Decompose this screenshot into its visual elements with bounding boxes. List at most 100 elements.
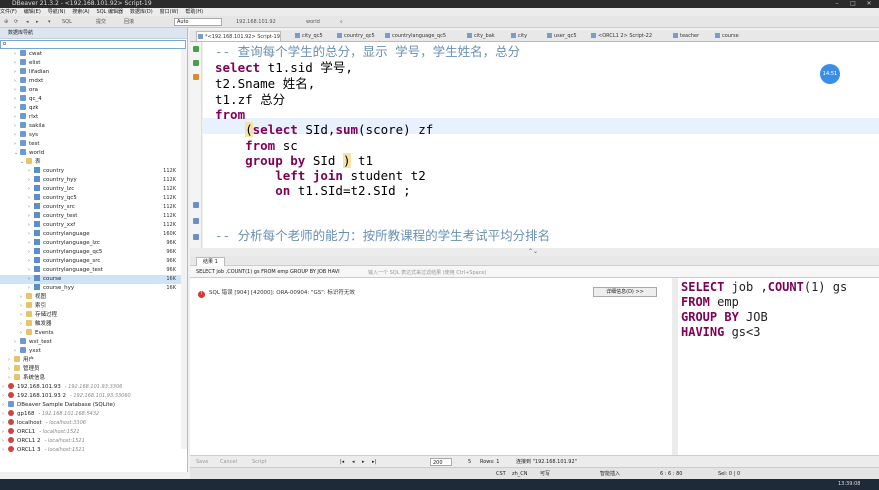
menu-database[interactable]: 数据库(D) xyxy=(130,9,153,15)
table-icon xyxy=(34,248,40,254)
tree-item[interactable]: › 192.168.101.93 2- 192.168.101.93:33060 xyxy=(0,392,186,401)
tree-item[interactable]: › 192.168.101.93- 192.168.101.93:3306 xyxy=(0,383,186,392)
tree-item[interactable]: › 视图 xyxy=(0,293,186,302)
tree-item[interactable]: › countrylanguage 160K xyxy=(0,230,186,239)
tree-item[interactable]: › sakila xyxy=(0,122,186,131)
tree-item[interactable]: › countrylanguage_src 96K xyxy=(0,257,186,266)
fetch-size-input[interactable]: 200 xyxy=(430,458,452,466)
editor-tab[interactable]: city_bak xyxy=(466,31,495,41)
tree-item[interactable]: ⌄ 表 xyxy=(0,158,186,167)
rollback-button[interactable]: 回滚 xyxy=(124,18,134,26)
minimize-icon[interactable]: – xyxy=(831,0,843,8)
menu-window[interactable]: 窗口(W) xyxy=(160,9,179,15)
editor-tab[interactable]: city xyxy=(510,31,527,41)
navigator-search-input[interactable]: o xyxy=(0,40,186,49)
clock-badge[interactable]: 14:51 xyxy=(820,64,840,84)
tree-item[interactable]: › DBeaver Sample Database (SQLite) xyxy=(0,401,186,410)
database-select[interactable]: world xyxy=(306,18,320,26)
tree-item[interactable]: › country_lzc 112K xyxy=(0,185,186,194)
tree-item[interactable]: › wst_test xyxy=(0,338,186,347)
refresh-icon[interactable]: ⟳ xyxy=(14,18,18,26)
editor-tab[interactable]: user_qc5 xyxy=(546,31,577,41)
tree-item[interactable]: › 索引 xyxy=(0,302,186,311)
tree-item[interactable]: › countrylanguage_test 96K xyxy=(0,266,186,275)
menu-file[interactable]: 文件(F) xyxy=(0,9,17,15)
tree-item[interactable]: ⌄ world xyxy=(0,149,186,158)
navigator-scrollbar[interactable] xyxy=(181,49,187,449)
filter-input[interactable]: 输入一个 SQL 表达式来过滤结果 (使用 Ctrl+Space) xyxy=(368,269,486,276)
details-button[interactable]: 详细信息(D) >> xyxy=(593,287,657,297)
tree-item[interactable]: › 用户 xyxy=(0,356,186,365)
tree-item[interactable]: › lifadian xyxy=(0,68,186,77)
editor-tab[interactable]: city_qc5 xyxy=(294,31,323,41)
tree-item[interactable]: › yxxt xyxy=(0,347,186,356)
back-icon[interactable]: ◂ xyxy=(26,18,29,26)
tree-item[interactable]: › course_hyy 16K xyxy=(0,284,186,293)
explain-plan-icon[interactable] xyxy=(193,74,199,80)
format-icon[interactable] xyxy=(193,202,199,208)
menu-navigate[interactable]: 导航(N) xyxy=(48,9,66,15)
tree-item[interactable]: › sys xyxy=(0,131,186,140)
menu-search[interactable]: 搜索(A) xyxy=(72,9,89,15)
tree-item[interactable]: › mdxt xyxy=(0,77,186,86)
tree-item[interactable]: › Events xyxy=(0,329,186,338)
maximize-icon[interactable]: □ xyxy=(847,0,859,8)
editor-tab[interactable]: <ORCL1 2> Script-22 xyxy=(590,31,652,41)
editor-tab[interactable]: teacher xyxy=(672,31,699,41)
tree-item[interactable]: › cwat xyxy=(0,50,186,59)
search-icon[interactable]: ⌕ xyxy=(340,18,343,26)
tree-item[interactable]: › course 16K xyxy=(0,275,186,284)
outline-icon[interactable] xyxy=(193,218,199,224)
editor-results-splitter[interactable]: ⌃⌄ xyxy=(190,248,879,256)
filter-icon[interactable]: ▾ xyxy=(48,18,51,26)
tree-item[interactable]: › country_test 112K xyxy=(0,212,186,221)
tree-item[interactable]: › qzk xyxy=(0,104,186,113)
tree-item[interactable]: › ORCL1- localhost:1521 xyxy=(0,428,186,437)
transaction-mode-select[interactable]: Auto xyxy=(174,18,222,26)
commit-button[interactable]: 提交 xyxy=(96,18,106,26)
tree-item[interactable]: › 存储过程 xyxy=(0,311,186,320)
tab-file-icon xyxy=(198,34,203,39)
tree-item[interactable]: › 触发器 xyxy=(0,320,186,329)
tree-item[interactable]: › rlxt xyxy=(0,113,186,122)
tree-item[interactable]: › countrylanguage_lzc 96K xyxy=(0,239,186,248)
tree-item[interactable]: › ora xyxy=(0,86,186,95)
close-icon[interactable]: ✕ xyxy=(863,0,875,8)
tree-item-label: countrylanguage_qc5 xyxy=(43,249,103,255)
tree-item[interactable]: › country_qc5 112K xyxy=(0,194,186,203)
tree-item[interactable]: › elist xyxy=(0,59,186,68)
code-line-6: (select SId,sum(score) zf xyxy=(245,122,434,137)
menu-sql-editor[interactable]: SQL 编辑器 xyxy=(97,9,124,15)
connection-select[interactable]: 192.168.101.92 xyxy=(236,18,276,26)
editor-tab[interactable]: *<192.168.101.92> Script-19 xyxy=(196,31,281,41)
tree-item[interactable]: › localhost - localhost:3306 xyxy=(0,419,186,428)
run-statement-icon[interactable] xyxy=(193,46,199,52)
history-icon[interactable] xyxy=(193,234,199,240)
tree-item[interactable]: › gp168- 192.168.101.168:5432 xyxy=(0,410,186,419)
tree-item[interactable]: › ORCL1 3- localhost:1521 xyxy=(0,446,186,455)
sql-editor[interactable]: -- 查询每个学生的总分，显示 学号，学生姓名，总分 select t1.sid… xyxy=(203,42,879,248)
new-connection-icon[interactable]: ⊕ xyxy=(4,18,8,26)
database-icon xyxy=(20,95,26,101)
menu-edit[interactable]: 编辑(E) xyxy=(24,9,41,15)
menu-help[interactable]: 帮助(H) xyxy=(185,9,203,15)
tree-item[interactable]: › qc_4 xyxy=(0,95,186,104)
tree-item[interactable]: › country_xxf 112K xyxy=(0,221,186,230)
tree-item[interactable]: › country_src 112K xyxy=(0,203,186,212)
tab-file-icon xyxy=(715,33,720,38)
tree-item[interactable]: › 管理员 xyxy=(0,365,186,374)
tree-item[interactable]: › ORCL1 2- localhost:1521 xyxy=(0,437,186,446)
tree-item[interactable]: › country_hyy 112K xyxy=(0,176,186,185)
editor-tab[interactable]: countrylanguage_qc5 xyxy=(384,31,446,41)
run-script-icon[interactable] xyxy=(193,60,199,66)
sql-button[interactable]: SQL xyxy=(62,18,72,26)
tree-item[interactable]: › 系统信息 xyxy=(0,374,186,383)
editor-tab[interactable]: country_qc5 xyxy=(336,31,375,41)
editor-tab[interactable]: course xyxy=(714,31,739,41)
tree-item[interactable]: › countrylanguage_qc5 96K xyxy=(0,248,186,257)
forward-icon[interactable]: ▸ xyxy=(36,18,39,26)
tab-file-icon xyxy=(467,33,472,38)
tree-item[interactable]: › country 112K xyxy=(0,167,186,176)
tree-item[interactable]: › test xyxy=(0,140,186,149)
folder-icon xyxy=(14,356,20,362)
